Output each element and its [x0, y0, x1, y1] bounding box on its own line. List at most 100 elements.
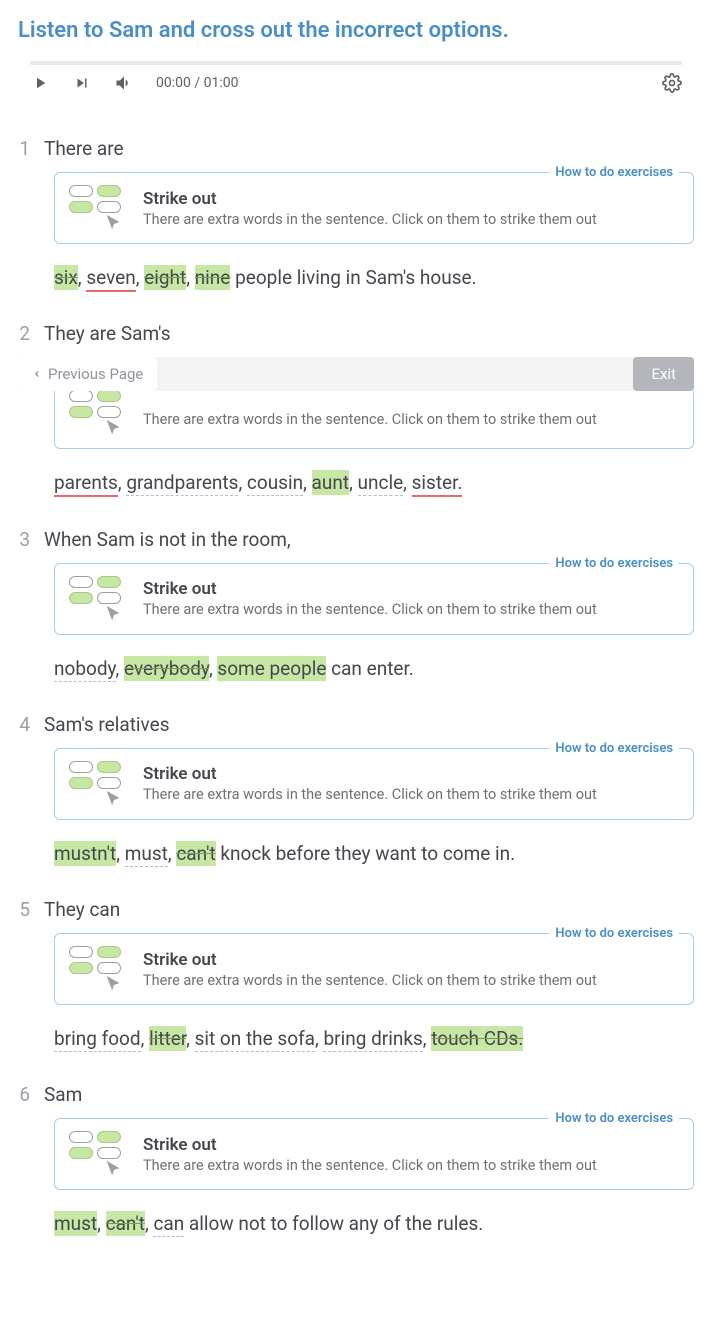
strike-token[interactable]: uncle — [358, 471, 404, 496]
sentence: six, seven, eight, nine people living in… — [54, 262, 694, 294]
strike-token[interactable]: six — [54, 265, 78, 290]
hint-box: How to do exercises Strike out There are… — [54, 933, 694, 1005]
sentence-text: people living in Sam's house. — [230, 266, 476, 289]
strike-token[interactable]: bring drinks — [323, 1027, 422, 1052]
strike-token[interactable]: grandparents — [126, 471, 238, 496]
hint-box-partial: There are extra words in the sentence. C… — [54, 391, 694, 449]
strike-token[interactable]: must — [125, 842, 168, 867]
strike-token[interactable]: can — [153, 1212, 184, 1237]
strike-token[interactable]: nobody — [54, 657, 116, 682]
hint-link[interactable]: How to do exercises — [549, 926, 679, 941]
hint-box: How to do exercises Strike out There are… — [54, 748, 694, 820]
hint-illustration — [69, 1131, 129, 1177]
hint-heading: Strike out — [143, 764, 597, 784]
exercise-item: 6 Sam How to do exercises Strike out Ther… — [0, 1069, 712, 1254]
strike-token[interactable]: nine — [195, 265, 231, 290]
sentence: nobody, everybody, some people can enter… — [54, 653, 694, 685]
strike-token[interactable]: aunt — [312, 470, 350, 495]
strike-token[interactable]: can't — [176, 841, 215, 866]
strike-token[interactable]: some people — [217, 656, 326, 681]
sentence-text: can enter. — [326, 657, 413, 680]
strike-token[interactable]: litter — [149, 1026, 186, 1051]
item-lead: When Sam is not in the room, — [44, 528, 291, 551]
sentence: must, can't, can allow not to follow any… — [54, 1208, 694, 1240]
sentence-text: , — [141, 1027, 149, 1050]
play-icon[interactable] — [30, 73, 50, 93]
sentence-text: , — [423, 1027, 431, 1050]
hint-illustration — [69, 185, 129, 231]
exit-button[interactable]: Exit — [633, 357, 694, 391]
hint-desc: There are extra words in the sentence. C… — [143, 972, 597, 989]
exercise-item: 3 When Sam is not in the room, How to do … — [0, 514, 712, 699]
strike-token[interactable]: sit on the sofa — [195, 1027, 315, 1052]
sentence-text: , — [403, 471, 411, 494]
item-lead: Sam's relatives — [44, 713, 170, 736]
sentence-text: , — [349, 471, 357, 494]
hint-heading: Strike out — [143, 189, 597, 209]
previous-page-button[interactable]: Previous Page — [18, 357, 157, 391]
exercise-item: 2 They are Sam's Previous Page Exit There… — [0, 308, 712, 513]
strike-token[interactable]: bring food — [54, 1027, 141, 1052]
strike-token[interactable]: seven — [86, 266, 135, 292]
sentence: mustn't, must, can't knock before they w… — [54, 838, 694, 870]
item-number: 5 — [18, 898, 30, 921]
hint-link[interactable]: How to do exercises — [549, 165, 679, 180]
item-lead: Sam — [44, 1083, 82, 1106]
nav-stripe: Previous Page Exit — [18, 357, 694, 391]
item-number: 1 — [18, 137, 30, 160]
sentence-text: , — [186, 1027, 194, 1050]
strike-token[interactable]: parents — [54, 471, 118, 497]
sentence-text: , — [303, 471, 311, 494]
hint-box: How to do exercises Strike out There are… — [54, 563, 694, 635]
sentence: bring food, litter, sit on the sofa, bri… — [54, 1023, 694, 1055]
gear-icon[interactable] — [662, 73, 682, 93]
hint-desc: There are extra words in the sentence. C… — [143, 411, 597, 428]
item-lead: There are — [44, 137, 124, 160]
sentence: parents, grandparents, cousin, aunt, unc… — [54, 467, 694, 499]
sentence-text: , — [116, 657, 124, 680]
exercise-item: 1 There are How to do exercises Strike ou… — [0, 123, 712, 308]
hint-link[interactable]: How to do exercises — [549, 1111, 679, 1126]
item-number: 6 — [18, 1083, 30, 1106]
item-number: 3 — [18, 528, 30, 551]
volume-icon[interactable] — [114, 73, 134, 93]
hint-illustration — [69, 761, 129, 807]
sentence-text: allow not to follow any of the rules. — [184, 1212, 483, 1235]
hint-box: How to do exercises Strike out There are… — [54, 172, 694, 244]
strike-token[interactable]: mustn't — [54, 841, 116, 866]
hint-heading: Strike out — [143, 579, 597, 599]
hint-heading: Strike out — [143, 950, 597, 970]
exercise-item: 5 They can How to do exercises Strike out… — [0, 884, 712, 1069]
exercise-title: Listen to Sam and cross out the incorrec… — [0, 0, 712, 53]
strike-token[interactable]: sister. — [412, 471, 463, 497]
hint-illustration — [69, 391, 129, 436]
strike-token[interactable]: must — [54, 1211, 97, 1236]
exercise-item: 4Sam's relatives How to do exercises Str… — [0, 699, 712, 884]
hint-desc: There are extra words in the sentence. C… — [143, 601, 597, 618]
sentence-text: , — [186, 266, 194, 289]
strike-token[interactable]: cousin — [247, 471, 303, 496]
next-track-icon[interactable] — [72, 73, 92, 93]
hint-desc: There are extra words in the sentence. C… — [143, 211, 597, 228]
strike-token[interactable]: can't — [106, 1211, 145, 1236]
hint-heading: Strike out — [143, 1135, 597, 1155]
audio-player: 00:00 / 01:00 — [18, 53, 694, 103]
sentence-text: , — [116, 842, 124, 865]
hint-link[interactable]: How to do exercises — [549, 741, 679, 756]
hint-box: How to do exercises Strike out There are… — [54, 1118, 694, 1190]
audio-time: 00:00 / 01:00 — [156, 75, 640, 91]
sentence-text: , — [136, 266, 144, 289]
strike-token[interactable]: eight — [144, 265, 186, 290]
strike-token[interactable]: touch CDs. — [431, 1026, 523, 1051]
sentence-text: knock before they want to come in. — [216, 842, 516, 865]
strike-token[interactable]: everybody — [124, 656, 209, 681]
item-lead: They can — [44, 898, 120, 921]
hint-link[interactable]: How to do exercises — [549, 556, 679, 571]
hint-desc: There are extra words in the sentence. C… — [143, 1157, 597, 1174]
hint-desc: There are extra words in the sentence. C… — [143, 786, 597, 803]
hint-illustration — [69, 946, 129, 992]
item-number: 2 — [18, 322, 30, 345]
sentence-text: , — [97, 1212, 105, 1235]
item-lead: They are Sam's — [44, 322, 171, 345]
hint-illustration — [69, 576, 129, 622]
